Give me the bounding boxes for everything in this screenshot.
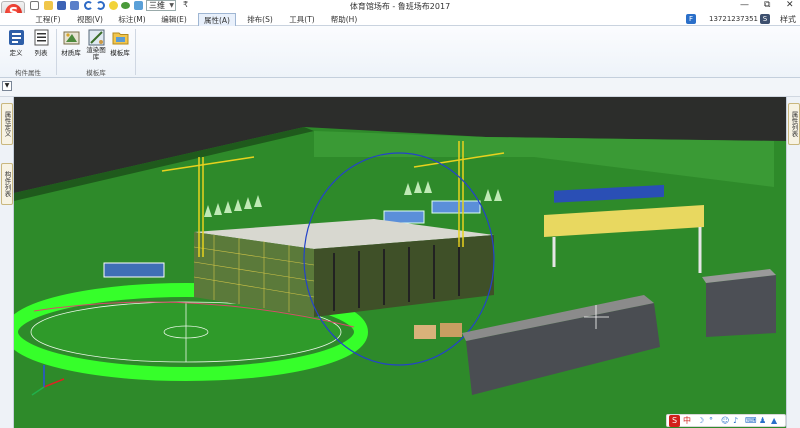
site-office-3	[103, 262, 165, 278]
define-icon	[8, 30, 24, 45]
right-side-panel: 属性列表	[786, 97, 800, 428]
ime-keyboard-icon[interactable]: ⌨	[745, 415, 757, 427]
list-label: 列表	[34, 49, 48, 57]
left-side-panel: 属性定义 构件列表	[0, 97, 14, 428]
ime-mic-icon[interactable]: ♪	[733, 415, 738, 427]
tab-project[interactable]: 工程(F)	[30, 13, 66, 26]
render-library-label: 渲染图库	[86, 46, 106, 61]
material-stack	[440, 323, 462, 337]
account-area: F 13721237351 S 样式	[680, 13, 800, 26]
ime-moon-icon[interactable]: ☽	[697, 415, 704, 427]
ribbon: 定义 列表 构件属性 材质库 渲染图库 模板库 模板库	[0, 26, 800, 78]
define-label: 定义	[9, 49, 23, 57]
group-template-library: 模板库	[86, 69, 106, 77]
material-library-label: 材质库	[61, 49, 81, 57]
collapse-panel-icon[interactable]: ▼	[2, 81, 12, 91]
title-bar: S 三维▼ ₹ 体育馆场布 - 鲁班场布2017 — ⧉ ✕	[0, 0, 800, 25]
tab-tools[interactable]: 工具(T)	[284, 13, 320, 26]
material-library-button[interactable]: 材质库	[59, 29, 83, 57]
style-icon[interactable]: S	[760, 14, 770, 24]
side-tab-property-definition[interactable]: 属性定义	[1, 103, 13, 145]
ime-toolbar: S 中 ☽ ° ☺ ♪ ⌨ ♟ ▲	[666, 414, 786, 427]
ime-logo[interactable]: S	[669, 415, 680, 427]
tab-properties[interactable]: 属性(A)	[198, 13, 236, 27]
material-stack	[414, 325, 436, 339]
define-button[interactable]: 定义	[5, 29, 27, 57]
style-menu[interactable]: 样式	[780, 14, 796, 25]
tab-view[interactable]: 视图(V)	[72, 13, 108, 26]
tab-edit[interactable]: 编辑(E)	[156, 13, 192, 26]
material-library-icon	[63, 31, 79, 45]
tab-annotate[interactable]: 标注(M)	[114, 13, 150, 26]
ime-punctuation-icon[interactable]: °	[709, 415, 713, 427]
dormitory-building	[706, 275, 776, 337]
render-library-icon	[88, 29, 104, 46]
list-button[interactable]: 列表	[30, 29, 52, 57]
ime-user-icon[interactable]: ♟	[759, 415, 766, 427]
folder-icon	[112, 32, 128, 45]
tab-layout[interactable]: 排布(S)	[242, 13, 278, 26]
file-menu-icon[interactable]: F	[686, 14, 696, 24]
group-separator	[135, 29, 136, 75]
ime-language[interactable]: 中	[683, 415, 691, 427]
user-account[interactable]: 13721237351	[709, 15, 758, 23]
panel-toolbar: ▼	[0, 78, 800, 97]
close-button[interactable]: ✕	[786, 0, 794, 11]
minimize-button[interactable]: —	[740, 0, 749, 11]
ime-skin-icon[interactable]: ▲	[771, 415, 777, 427]
tab-help[interactable]: 帮助(H)	[326, 13, 362, 26]
window-title: 体育馆场布 - 鲁班场布2017	[349, 2, 451, 11]
list-icon	[34, 29, 48, 46]
side-tab-property-list[interactable]: 属性列表	[788, 103, 800, 145]
group-component-properties: 构件属性	[15, 69, 41, 77]
template-library-label: 模板库	[110, 49, 130, 57]
group-separator	[56, 29, 57, 75]
3d-viewport[interactable]	[14, 97, 786, 428]
restore-button[interactable]: ⧉	[764, 0, 770, 11]
ime-emoji-icon[interactable]: ☺	[721, 415, 729, 427]
site-scene	[14, 127, 786, 428]
render-library-button[interactable]: 渲染图库	[85, 29, 107, 61]
template-library-button[interactable]: 模板库	[108, 29, 132, 57]
site-office-2	[431, 200, 481, 214]
side-tab-component-list[interactable]: 构件列表	[1, 163, 13, 205]
